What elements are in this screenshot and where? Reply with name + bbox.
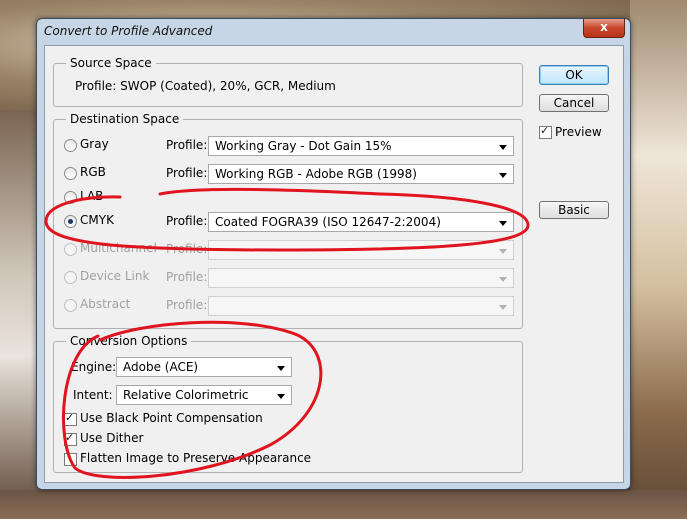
- chevron-down-icon: [499, 305, 507, 310]
- radio-rgb[interactable]: [64, 167, 77, 180]
- profile-select-abstract: [208, 296, 514, 316]
- profile-label-gray: Profile:: [166, 138, 208, 152]
- chevron-down-icon: [499, 145, 507, 150]
- dither-checkbox[interactable]: [64, 431, 77, 446]
- source-space-label: Source Space: [66, 56, 156, 70]
- intent-label: Intent:: [73, 388, 113, 402]
- conversion-options-label: Conversion Options: [66, 334, 192, 348]
- cancel-button[interactable]: Cancel: [539, 94, 609, 112]
- background-floor: [0, 490, 687, 519]
- radio-abstract: [64, 299, 77, 312]
- convert-profile-dialog: Convert to Profile Advanced x Source Spa…: [36, 18, 631, 490]
- destination-space-group: Destination Space Gray Profile: Working …: [53, 112, 523, 329]
- mode-label-lab: LAB: [80, 189, 104, 203]
- radio-lab[interactable]: [64, 191, 77, 204]
- mode-label-rgb: RGB: [80, 165, 106, 179]
- profile-select-multichannel: [208, 240, 514, 260]
- mode-label-cmyk: CMYK: [80, 213, 114, 227]
- profile-label-device-link: Profile:: [166, 270, 208, 284]
- profile-label-cmyk: Profile:: [166, 214, 208, 228]
- preview-checkbox[interactable]: [539, 124, 552, 139]
- mode-label-multichannel: Multichannel: [80, 241, 157, 255]
- profile-value-rgb: Working RGB - Adobe RGB (1998): [215, 167, 417, 181]
- flatten-checkbox[interactable]: [64, 453, 77, 466]
- profile-select-gray[interactable]: Working Gray - Dot Gain 15%: [208, 136, 514, 156]
- black-point-label: Use Black Point Compensation: [80, 411, 263, 425]
- mode-label-device-link: Device Link: [80, 269, 150, 283]
- radio-multichannel: [64, 243, 77, 256]
- black-point-checkbox[interactable]: [64, 411, 77, 426]
- radio-cmyk[interactable]: [64, 215, 77, 228]
- chevron-down-icon: [277, 394, 285, 399]
- chevron-down-icon: [499, 221, 507, 226]
- profile-select-cmyk[interactable]: Coated FOGRA39 (ISO 12647-2:2004): [208, 212, 514, 232]
- background-right: [630, 0, 687, 519]
- background-left: [0, 110, 40, 519]
- basic-button[interactable]: Basic: [539, 201, 609, 219]
- window-title: Convert to Profile Advanced: [44, 24, 213, 38]
- preview-label: Preview: [555, 125, 602, 139]
- conversion-options-group: Conversion Options Engine: Adobe (ACE) I…: [53, 334, 523, 473]
- radio-gray[interactable]: [64, 139, 77, 152]
- profile-label-abstract: Profile:: [166, 298, 208, 312]
- profile-value-cmyk: Coated FOGRA39 (ISO 12647-2:2004): [215, 215, 441, 229]
- profile-value-gray: Working Gray - Dot Gain 15%: [215, 139, 392, 153]
- radio-device-link: [64, 271, 77, 284]
- intent-select[interactable]: Relative Colorimetric: [116, 385, 292, 405]
- destination-space-label: Destination Space: [66, 112, 184, 126]
- dither-label: Use Dither: [80, 431, 144, 445]
- mode-label-abstract: Abstract: [80, 297, 131, 311]
- chevron-down-icon: [499, 173, 507, 178]
- profile-select-device-link: [208, 268, 514, 288]
- close-icon: x: [600, 20, 608, 34]
- source-space-group: Source Space Profile: SWOP (Coated), 20%…: [53, 56, 523, 107]
- engine-select[interactable]: Adobe (ACE): [116, 357, 292, 377]
- flatten-label: Flatten Image to Preserve Appearance: [80, 451, 312, 465]
- chevron-down-icon: [277, 366, 285, 371]
- profile-select-rgb[interactable]: Working RGB - Adobe RGB (1998): [208, 164, 514, 184]
- mode-label-gray: Gray: [80, 137, 109, 151]
- source-profile-text: Profile: SWOP (Coated), 20%, GCR, Medium: [75, 79, 336, 93]
- engine-label: Engine:: [71, 360, 117, 374]
- intent-value: Relative Colorimetric: [123, 388, 249, 402]
- profile-label-rgb: Profile:: [166, 166, 208, 180]
- ok-button[interactable]: OK: [539, 65, 609, 85]
- profile-label-multichannel: Profile:: [166, 242, 208, 256]
- close-button[interactable]: x: [583, 19, 625, 38]
- chevron-down-icon: [499, 249, 507, 254]
- engine-value: Adobe (ACE): [123, 360, 199, 374]
- dialog-client: Source Space Profile: SWOP (Coated), 20%…: [44, 45, 624, 483]
- chevron-down-icon: [499, 277, 507, 282]
